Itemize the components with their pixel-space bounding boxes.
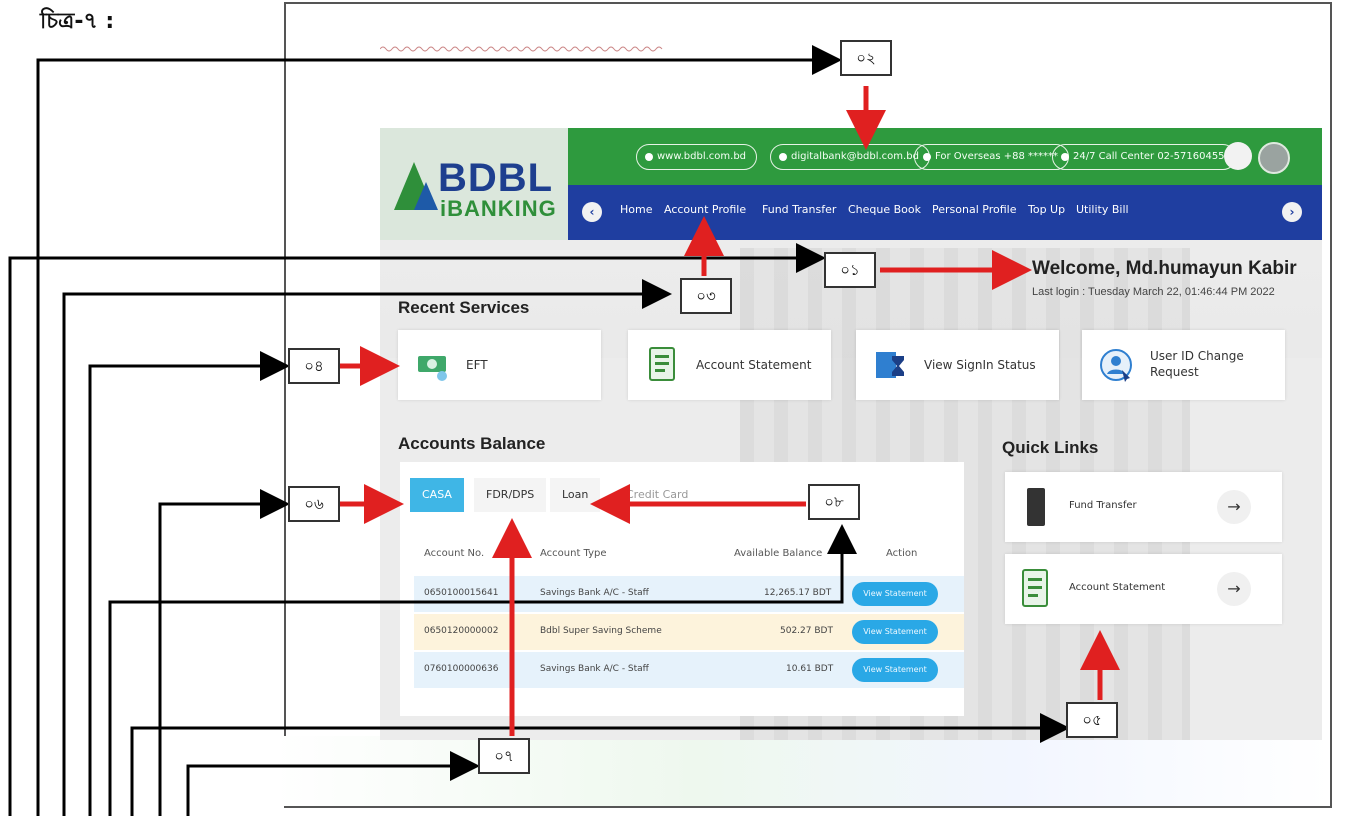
callout-01: ০১	[824, 252, 876, 288]
callout-02: ০২	[840, 40, 892, 76]
callout-04: ০৪	[288, 348, 340, 384]
leader-line-03	[62, 279, 672, 816]
callout-08: ০৮	[808, 484, 860, 520]
leader-line-08	[108, 524, 857, 816]
callout-05: ০৫	[1066, 702, 1118, 738]
leader-line-02	[36, 45, 842, 816]
callout-03: ০৩	[680, 278, 732, 314]
annotation-arrows	[8, 45, 1120, 816]
callout-06: ০৬	[288, 486, 340, 522]
leader-line-04	[88, 351, 290, 816]
leader-line-07	[186, 751, 480, 816]
leader-line-05	[130, 713, 1070, 816]
callout-07: ০৭	[478, 738, 530, 774]
leader-line-06	[158, 489, 290, 816]
